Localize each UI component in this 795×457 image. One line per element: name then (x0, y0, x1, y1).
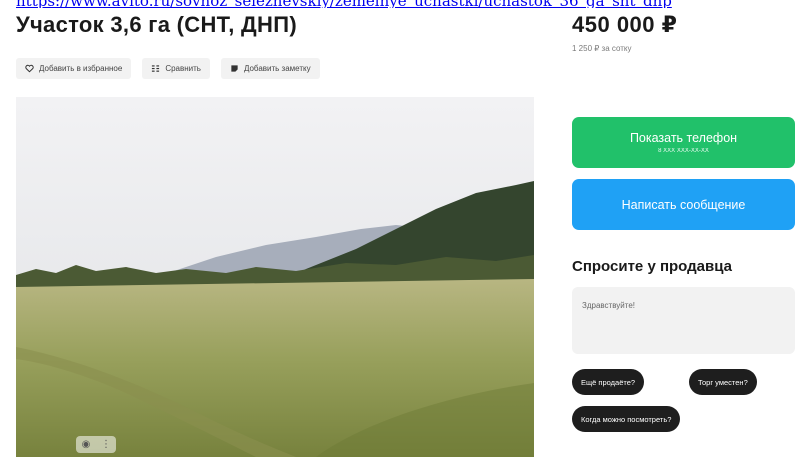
show-phone-label: Показать телефон (629, 131, 738, 145)
add-note-label: Добавить заметку (243, 64, 311, 73)
camera-icon[interactable]: ◉ (76, 436, 96, 453)
listing-price: 450 000 ₽ (572, 12, 678, 37)
ask-seller-title: Спросите у продавца (572, 258, 732, 275)
listing-url-link[interactable]: https://www.avito.ru/sovhoz_seleznevskiy… (16, 0, 795, 8)
listing-photo[interactable]: ◉ ⋮ (16, 97, 534, 457)
show-phone-button[interactable]: Показать телефон 8 XXX XXX-XX-XX (572, 117, 795, 168)
price-per-unit: 1 250 ₽ за сотку (572, 44, 632, 53)
write-message-label: Написать сообщение (621, 197, 746, 212)
add-to-favorites-button[interactable]: Добавить в избранное (16, 58, 132, 79)
photo-controls: ◉ ⋮ (76, 436, 116, 453)
add-note-button[interactable]: Добавить заметку (220, 58, 320, 79)
compare-label: Сравнить (165, 64, 201, 73)
compare-icon (152, 65, 160, 72)
chip-bargain[interactable]: Торг уместен? (689, 369, 757, 395)
write-message-button[interactable]: Написать сообщение (572, 179, 795, 230)
note-icon (231, 65, 238, 72)
add-to-favorites-label: Добавить в избранное (39, 64, 123, 73)
heart-icon (25, 64, 34, 73)
phone-masked: 8 XXX XXX-XX-XX (658, 148, 709, 154)
listing-actions: Добавить в избранное Сравнить Добавить з… (16, 58, 320, 79)
chip-still-selling[interactable]: Ещё продаёте? (572, 369, 645, 395)
listing-title: Участок 3,6 га (СНТ, ДНП) (16, 12, 297, 37)
compare-button[interactable]: Сравнить (142, 58, 210, 79)
landscape-image (16, 97, 534, 457)
ask-seller-input[interactable]: Здравствуйте! (572, 287, 795, 354)
chip-when-view[interactable]: Когда можно посмотреть? (572, 406, 681, 432)
more-icon[interactable]: ⋮ (96, 436, 116, 453)
